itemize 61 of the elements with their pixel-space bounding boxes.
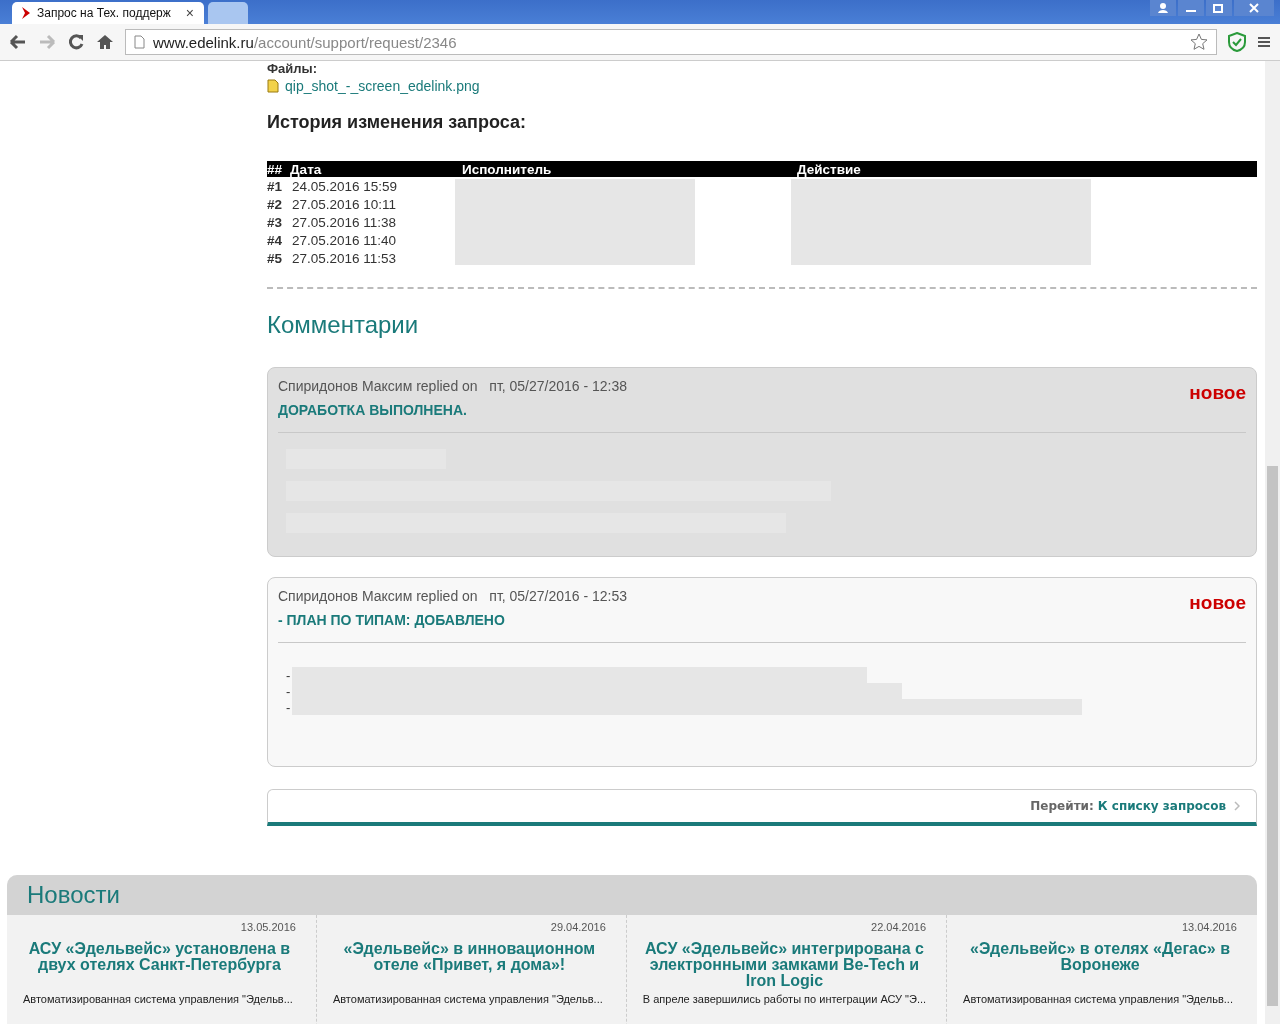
- back-icon[interactable]: [9, 34, 27, 50]
- news-date: 13.05.2016: [239, 921, 296, 933]
- navigation-label: Перейти:: [1030, 799, 1094, 813]
- address-bar[interactable]: www.edelink.ru/account/support/request/2346: [125, 29, 1217, 55]
- minimize-icon[interactable]: [1178, 0, 1204, 16]
- news-excerpt: Автоматизированная система управления "Эдельв...: [332, 993, 604, 1005]
- news-heading: Новости: [27, 881, 120, 909]
- restore-icon[interactable]: [1206, 0, 1232, 16]
- news-date: 22.04.2016: [870, 921, 927, 933]
- files-label: Файлы:: [267, 61, 318, 76]
- list-dash: -: [286, 667, 291, 683]
- close-tab-button[interactable]: ×: [185, 5, 194, 21]
- table-cell-text: 27.05.2016 10:11: [291, 196, 398, 212]
- home-icon[interactable]: [96, 34, 114, 50]
- news-title-link[interactable]: «Эдельвейс» в инновационном отеле «Привет, я дома»!: [332, 941, 606, 993]
- news-title-link[interactable]: АСУ «Эдельвейс» интегрирована с электронными замками Be-Tech и Iron Logic: [642, 941, 927, 993]
- section-heading: История изменения запроса:: [267, 112, 527, 133]
- column-header: Исполнитель: [462, 161, 553, 177]
- chevron-right-icon: [1234, 801, 1240, 811]
- comment-meta: Спиридонов Максим replied on пт, 05/27/2016 - 12:38: [278, 378, 628, 396]
- table-cell-text: #5: [267, 250, 284, 266]
- requests-list-link[interactable]: К списку запросов: [1097, 799, 1226, 813]
- shield-icon[interactable]: [1228, 32, 1246, 52]
- comment-subject: ДОРАБОТКА ВЫПОЛНЕНА.: [278, 402, 468, 418]
- list-dash: -: [286, 683, 291, 699]
- scrollbar[interactable]: [1265, 61, 1280, 1024]
- browser-tab[interactable]: Запрос на Тех. поддерж ×: [12, 2, 204, 24]
- table-cell-text: 24.05.2016 15:59: [291, 178, 399, 194]
- table-cell-text: #3: [267, 214, 284, 230]
- table-cell-text: 27.05.2016 11:38: [291, 214, 398, 230]
- news-excerpt: В апреле завершились работы по интеграции АСУ "Э...: [642, 993, 927, 1005]
- news-title-link[interactable]: АСУ «Эдельвейс» установлена в двух отелях Санкт-Петербурга: [23, 941, 296, 993]
- comment-meta: Спиридонов Максим replied on пт, 05/27/2016 - 12:53: [278, 588, 628, 606]
- news-title-link[interactable]: «Эдельвейс» в отелях «Дегас» в Воронеже: [963, 941, 1237, 993]
- table-cell-text: 27.05.2016 11:40: [291, 232, 398, 248]
- section-heading: Комментарии: [267, 311, 420, 339]
- table-cell-text: #1: [267, 178, 284, 194]
- page-icon: [134, 35, 145, 49]
- table-cell-text: 27.05.2016 11:53: [291, 250, 398, 266]
- close-icon[interactable]: [1234, 0, 1274, 16]
- news-date: 13.04.2016: [1180, 921, 1237, 933]
- reload-icon[interactable]: [67, 33, 85, 51]
- menu-icon[interactable]: [1257, 35, 1271, 49]
- star-icon[interactable]: [1190, 33, 1208, 51]
- table-cell-text: #2: [267, 196, 284, 212]
- column-header: Дата: [290, 161, 323, 177]
- favicon-icon: [22, 7, 30, 19]
- file-link[interactable]: qip_shot_-_screen_edelink.png: [285, 78, 480, 94]
- table-cell-text: #4: [267, 232, 284, 248]
- list-dash: -: [286, 699, 291, 715]
- column-header: ##: [267, 161, 284, 177]
- new-label: новое: [1189, 382, 1246, 404]
- news-excerpt: Автоматизированная система управления "Эдельв...: [23, 993, 294, 1005]
- comment-subject: - ПЛАН ПО ТИПАМ: ДОБАВЛЕНО: [278, 612, 506, 628]
- scrollbar-thumb[interactable]: [1267, 466, 1278, 1006]
- news-excerpt: Автоматизированная система управления "Эдельв...: [963, 993, 1234, 1005]
- column-header: Действие: [797, 161, 861, 177]
- user-icon[interactable]: [1150, 0, 1176, 16]
- new-label: новое: [1189, 592, 1246, 614]
- news-date: 29.04.2016: [549, 921, 606, 933]
- image-file-icon: [267, 79, 279, 93]
